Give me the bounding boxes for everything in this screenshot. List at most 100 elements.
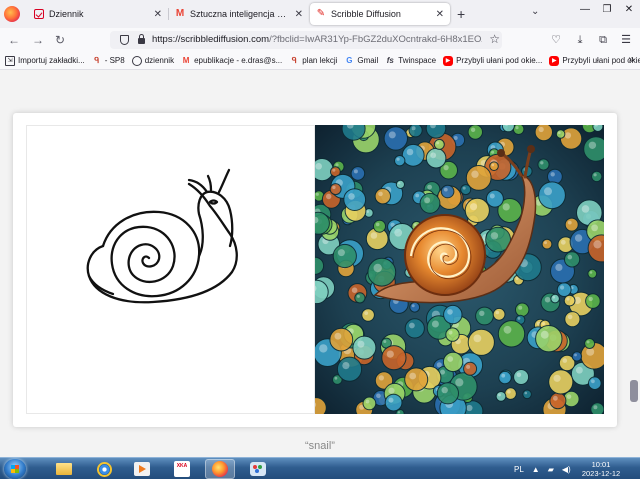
downloads-icon[interactable]: ⤓ bbox=[572, 32, 588, 48]
media-player-icon bbox=[134, 462, 150, 476]
lock-icon[interactable] bbox=[138, 34, 145, 44]
back-button[interactable]: ← bbox=[6, 32, 22, 48]
clock-time: 10:01 bbox=[591, 460, 611, 469]
bead-highlight bbox=[544, 187, 552, 196]
bookmark-twinspace[interactable]: fs Twinspace bbox=[385, 56, 436, 66]
new-tab-button[interactable]: + bbox=[457, 6, 465, 22]
bead-highlight bbox=[586, 340, 590, 344]
bead-highlight bbox=[406, 148, 414, 156]
tab-sztuczna-inteligencja[interactable]: M Sztuczna inteligencja - ślimak, s ✕ bbox=[169, 3, 309, 25]
bead-highlight bbox=[357, 340, 365, 348]
close-tab-icon[interactable]: ✕ bbox=[154, 9, 162, 20]
bookmark-przybyli-1[interactable]: ▶ Przybyli ułani pod okie... bbox=[443, 55, 543, 66]
firefox-icon bbox=[212, 461, 228, 477]
page-scrollbar[interactable] bbox=[630, 380, 638, 402]
bead-highlight bbox=[470, 127, 476, 132]
restore-button[interactable]: ❐ bbox=[596, 0, 618, 20]
bead-highlight bbox=[455, 378, 464, 387]
address-bar[interactable]: https://scribblediffusion.com/?fbclid=Iw… bbox=[110, 31, 502, 49]
bookmark-sp8[interactable]: ᑫ - SP8 bbox=[92, 56, 125, 66]
bead-highlight bbox=[370, 232, 378, 239]
bead-highlight bbox=[589, 271, 593, 274]
close-window-button[interactable]: ✕ bbox=[618, 0, 640, 20]
taskbar-firefox[interactable] bbox=[205, 459, 235, 479]
start-button[interactable] bbox=[4, 459, 26, 479]
bookmark-star-icon[interactable]: ☆ bbox=[489, 32, 500, 46]
globe-icon bbox=[131, 55, 142, 66]
bead-highlight bbox=[388, 397, 394, 403]
pocket-icon[interactable]: ♡ bbox=[548, 32, 564, 48]
bead-texture bbox=[515, 302, 530, 317]
bead-highlight bbox=[436, 362, 442, 368]
generated-image-art bbox=[315, 125, 604, 414]
bead-highlight bbox=[447, 356, 454, 362]
list-all-tabs-button[interactable]: ⌄ bbox=[531, 6, 539, 17]
bookmark-label: - SP8 bbox=[104, 56, 125, 65]
bead-highlight bbox=[518, 305, 523, 310]
bookmark-epublikacje[interactable]: Mepublikacje - e.dras@s... bbox=[181, 56, 283, 66]
bead-texture bbox=[463, 361, 478, 376]
extensions-icon[interactable]: ⧉ bbox=[595, 32, 611, 48]
taskbar-xka[interactable]: XKA bbox=[167, 459, 197, 479]
bead-highlight bbox=[427, 184, 432, 190]
bookmark-gmail[interactable]: G Gmail bbox=[344, 56, 378, 66]
result-card bbox=[13, 113, 617, 427]
bead-highlight bbox=[542, 322, 545, 326]
bead-texture bbox=[588, 376, 602, 391]
bead-highlight bbox=[591, 224, 598, 232]
taskbar-explorer[interactable] bbox=[49, 459, 79, 479]
bead-texture bbox=[383, 126, 409, 151]
bead-highlight bbox=[491, 150, 495, 154]
bead-highlight bbox=[348, 193, 355, 200]
page-content: “snail” bbox=[0, 70, 640, 457]
taskbar-media-player[interactable] bbox=[127, 459, 157, 479]
taskbar-clock[interactable]: 10:01 2023-12-12 bbox=[575, 460, 627, 478]
bookmark-label: Przybyli ułani pod okie... bbox=[456, 56, 543, 65]
bookmark-import[interactable]: ⇲ Importuj zakładki... bbox=[5, 55, 85, 66]
tab-dziennik[interactable]: Dziennik ✕ bbox=[28, 3, 168, 25]
bookmark-przybyli-2[interactable]: ▶ Przybyli ułani pod okie... bbox=[549, 55, 640, 66]
bead-highlight bbox=[566, 394, 572, 399]
bead-texture bbox=[442, 351, 464, 373]
internet-explorer-icon bbox=[96, 461, 112, 477]
bead-texture bbox=[564, 311, 581, 328]
language-indicator[interactable]: PL bbox=[514, 465, 524, 474]
tracking-protection-icon[interactable] bbox=[120, 35, 129, 45]
taskbar-paint[interactable] bbox=[243, 459, 273, 479]
reload-button[interactable]: ↻ bbox=[52, 32, 68, 48]
show-hidden-icons-icon[interactable]: ▲ bbox=[532, 465, 540, 474]
close-tab-icon[interactable]: ✕ bbox=[295, 9, 303, 20]
close-tab-icon[interactable]: ✕ bbox=[436, 9, 444, 20]
network-icon[interactable]: ▰ bbox=[548, 465, 554, 474]
sp8-icon: ᑫ bbox=[94, 55, 100, 65]
bead-texture bbox=[343, 188, 367, 211]
bookmark-dziennik[interactable]: dziennik bbox=[131, 55, 174, 66]
import-icon: ⇲ bbox=[5, 55, 15, 66]
minimize-button[interactable]: — bbox=[574, 0, 596, 20]
bead-highlight bbox=[560, 239, 566, 245]
bookmark-plan-lekcji[interactable]: ᑫ plan lekcji bbox=[289, 55, 338, 66]
more-bookmarks-chevron-icon[interactable]: » bbox=[628, 54, 634, 65]
bead-highlight bbox=[375, 222, 380, 227]
volume-icon[interactable]: ◀) bbox=[562, 465, 571, 474]
bead-highlight bbox=[431, 320, 439, 328]
app-menu-icon[interactable]: ☰ bbox=[618, 32, 634, 48]
bookmark-label: Importuj zakładki... bbox=[18, 56, 85, 65]
url-text[interactable]: https://scribblediffusion.com/?fbclid=Iw… bbox=[152, 34, 482, 46]
sp8-icon: ᑫ bbox=[291, 55, 297, 65]
tab-scribble-diffusion[interactable]: ✎ Scribble Diffusion ✕ bbox=[310, 3, 450, 25]
bead-highlight bbox=[397, 411, 401, 414]
forward-button[interactable]: → bbox=[30, 32, 46, 48]
bead-texture bbox=[436, 382, 459, 405]
clock-date: 2023-12-12 bbox=[581, 469, 621, 478]
bead-highlight bbox=[409, 322, 415, 329]
firefox-menu-icon[interactable] bbox=[4, 6, 20, 22]
bead-texture bbox=[550, 293, 560, 304]
bead-texture bbox=[587, 268, 598, 279]
bead-texture bbox=[336, 356, 363, 382]
window-controls: — ❐ ✕ bbox=[574, 0, 640, 28]
taskbar-internet-explorer[interactable] bbox=[89, 459, 119, 479]
bead-highlight bbox=[462, 186, 466, 190]
bead-highlight bbox=[538, 126, 544, 133]
bead-highlight bbox=[507, 390, 511, 394]
